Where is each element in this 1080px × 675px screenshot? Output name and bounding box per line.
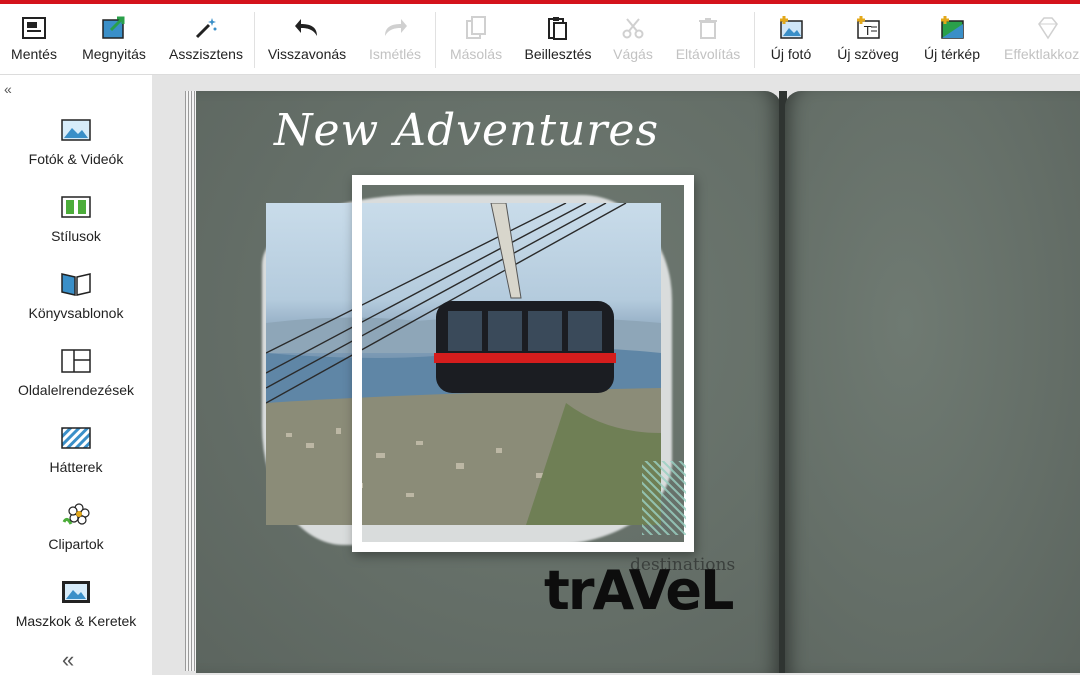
- new-photo-icon: [777, 14, 805, 42]
- new-photo-button[interactable]: Új fotó: [768, 4, 814, 74]
- paste-icon: [544, 14, 572, 42]
- scissors-icon: [619, 14, 647, 42]
- svg-text:T: T: [863, 24, 872, 38]
- photos-icon: [60, 115, 92, 145]
- redo-label: Ismétlés: [368, 46, 422, 62]
- sidebar-item-label: Hátterek: [49, 459, 103, 475]
- sidebar-item-layouts[interactable]: Oldalelrendezések: [0, 346, 152, 416]
- photo-element[interactable]: [262, 175, 694, 552]
- effects-label: Effektlakkoza: [1004, 46, 1080, 62]
- undo-icon: [293, 14, 321, 42]
- sidebar-item-book-templates[interactable]: Könyvsablonok: [0, 269, 152, 339]
- layouts-icon: [60, 346, 92, 376]
- undo-button[interactable]: Visszavonás: [267, 4, 347, 74]
- assistant-label: Asszisztens: [169, 46, 243, 62]
- new-map-button[interactable]: Új térkép: [922, 4, 982, 74]
- delete-label: Eltávolítás: [675, 46, 741, 62]
- delete-button[interactable]: Eltávolítás: [675, 4, 741, 74]
- open-icon: [100, 14, 128, 42]
- sidebar-item-label: Fotók & Videók: [28, 151, 124, 167]
- open-button[interactable]: Megnyitás: [82, 4, 146, 74]
- diamond-icon: [1034, 14, 1062, 42]
- collapse-panel-icon[interactable]: «: [62, 647, 74, 673]
- new-photo-label: Új fotó: [770, 46, 812, 62]
- masks-frames-icon: [60, 577, 92, 607]
- effects-button[interactable]: Effektlakkoza: [1004, 4, 1080, 74]
- collapse-sidebar-icon[interactable]: «: [4, 81, 12, 97]
- left-sidebar: « Fotók & Videók Stílusok Könyvsablonok …: [0, 75, 152, 675]
- paste-label: Beillesztés: [524, 46, 592, 62]
- magic-wand-icon: [192, 14, 220, 42]
- decorative-stripes: [642, 461, 686, 535]
- sidebar-item-backgrounds[interactable]: Hátterek: [0, 423, 152, 493]
- new-map-label: Új térkép: [923, 46, 981, 62]
- new-text-icon: T: [854, 14, 882, 42]
- backgrounds-icon: [60, 423, 92, 453]
- redo-button[interactable]: Ismétlés: [368, 4, 422, 74]
- travel-text[interactable]: trAVeL: [544, 559, 734, 622]
- undo-label: Visszavonás: [267, 46, 347, 62]
- toolbar-divider: [754, 12, 755, 68]
- assistant-button[interactable]: Asszisztens: [169, 4, 243, 74]
- toolbar-divider: [254, 12, 255, 68]
- trash-icon: [694, 14, 722, 42]
- styles-icon: [60, 192, 92, 222]
- save-button[interactable]: Mentés: [8, 4, 60, 74]
- book-templates-icon: [60, 269, 92, 299]
- save-icon: [20, 14, 48, 42]
- page-title-text[interactable]: New Adventures: [274, 105, 659, 156]
- editor-canvas[interactable]: New Adventures destinations trAVeL: [152, 75, 1080, 675]
- cut-button[interactable]: Vágás: [612, 4, 654, 74]
- new-map-icon: [938, 14, 966, 42]
- sidebar-item-styles[interactable]: Stílusok: [0, 192, 152, 262]
- sidebar-item-label: Könyvsablonok: [28, 305, 124, 321]
- sidebar-item-photos[interactable]: Fotók & Videók: [0, 115, 152, 185]
- copy-icon: [462, 14, 490, 42]
- right-page[interactable]: [785, 91, 1080, 673]
- redo-icon: [381, 14, 409, 42]
- new-text-button[interactable]: T Új szöveg: [837, 4, 899, 74]
- sidebar-item-clipart[interactable]: Clipartok: [0, 500, 152, 570]
- paste-button[interactable]: Beillesztés: [524, 4, 592, 74]
- save-label: Mentés: [11, 46, 57, 62]
- cable-car-photo[interactable]: [266, 203, 661, 525]
- new-text-label: Új szöveg: [837, 46, 899, 62]
- copy-label: Másolás: [449, 46, 503, 62]
- toolbar-divider: [435, 12, 436, 68]
- sidebar-item-label: Stílusok: [51, 228, 101, 244]
- sidebar-item-masks-frames[interactable]: Maszkok & Keretek: [0, 577, 152, 647]
- sidebar-item-label: Maszkok & Keretek: [15, 613, 137, 629]
- copy-button[interactable]: Másolás: [450, 4, 502, 74]
- main-toolbar: Mentés Megnyitás Asszisztens Visszavonás…: [0, 4, 1080, 75]
- sidebar-item-label: Clipartok: [48, 536, 104, 552]
- cut-label: Vágás: [613, 46, 653, 62]
- open-label: Megnyitás: [82, 46, 146, 62]
- sidebar-item-label: Oldalelrendezések: [18, 382, 134, 398]
- clipart-icon: [60, 500, 92, 530]
